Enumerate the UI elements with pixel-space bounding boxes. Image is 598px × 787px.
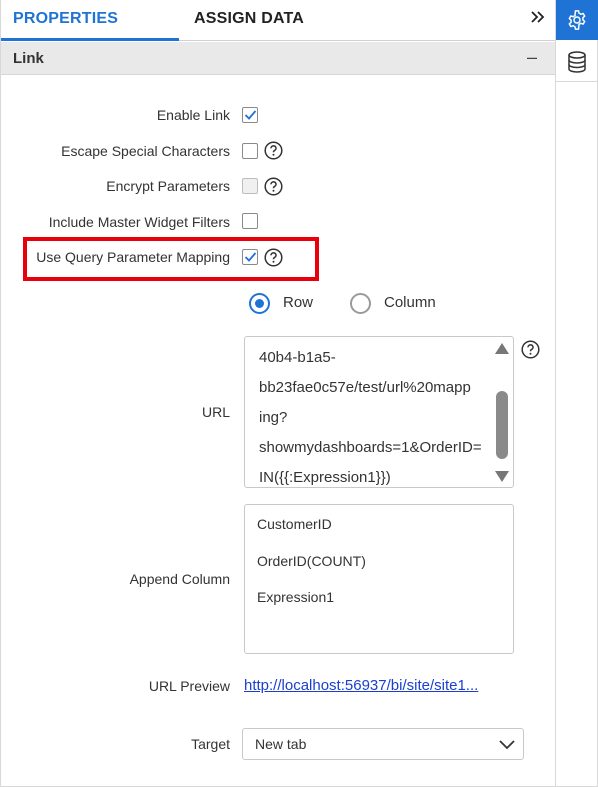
tab-properties[interactable]: PROPERTIES — [13, 0, 118, 41]
escape-special-checkbox[interactable] — [242, 143, 258, 159]
collapse-section-icon[interactable]: – — [527, 42, 537, 73]
target-dropdown[interactable]: New tab — [242, 728, 524, 760]
properties-panel: PROPERTIES ASSIGN DATA Link – Enable Lin… — [0, 0, 556, 787]
section-title: Link — [13, 50, 44, 67]
append-column-label: Append Column — [129, 571, 230, 587]
database-icon — [568, 50, 586, 73]
escape-special-label: Escape Special Characters — [61, 143, 230, 159]
row-radio-label[interactable]: Row — [283, 294, 313, 311]
append-column-list[interactable]: CustomerID OrderID(COUNT) Expression1 — [244, 504, 514, 654]
active-tab-indicator — [1, 38, 179, 41]
url-preview-link[interactable]: http://localhost:56937/bi/site/site1... — [244, 677, 502, 694]
question-circle-icon[interactable] — [264, 177, 283, 196]
list-item[interactable]: OrderID(COUNT) — [257, 553, 366, 569]
panel-tabs: PROPERTIES ASSIGN DATA — [1, 0, 556, 41]
enable-link-checkbox[interactable] — [242, 107, 258, 123]
chevron-down-icon — [499, 740, 515, 750]
column-radio-label[interactable]: Column — [384, 294, 436, 311]
list-item[interactable]: CustomerID — [257, 516, 332, 532]
use-query-mapping-label: Use Query Parameter Mapping — [36, 249, 230, 265]
scroll-down-arrow-icon[interactable] — [495, 471, 509, 482]
row-radio[interactable] — [249, 293, 270, 314]
link-section-header[interactable]: Link – — [1, 42, 556, 75]
target-label: Target — [191, 736, 230, 752]
url-value: 40b4-b1a5- bb23fae0c57e/test/url%20mapp … — [259, 349, 482, 486]
enable-link-label: Enable Link — [156, 107, 230, 123]
target-selected-value: New tab — [255, 736, 307, 752]
column-radio[interactable] — [350, 293, 371, 314]
gear-icon — [568, 10, 586, 30]
scrollbar-thumb[interactable] — [496, 391, 508, 459]
include-master-label: Include Master Widget Filters — [48, 214, 230, 230]
right-toolbar — [555, 0, 598, 787]
question-circle-icon[interactable] — [264, 248, 283, 267]
double-chevron-right-icon[interactable] — [529, 8, 549, 30]
encrypt-params-label: Encrypt Parameters — [106, 178, 230, 194]
question-circle-icon[interactable] — [521, 340, 540, 359]
url-textarea[interactable]: 40b4-b1a5- bb23fae0c57e/test/url%20mapp … — [244, 336, 514, 488]
scroll-up-arrow-icon[interactable] — [495, 343, 509, 354]
list-item[interactable]: Expression1 — [257, 589, 334, 605]
encrypt-params-checkbox[interactable] — [242, 178, 258, 194]
use-query-mapping-checkbox[interactable] — [242, 249, 258, 265]
url-label: URL — [201, 404, 230, 420]
include-master-checkbox[interactable] — [242, 213, 258, 229]
settings-button[interactable] — [556, 0, 598, 40]
data-source-button[interactable] — [556, 42, 598, 82]
question-circle-icon[interactable] — [264, 141, 283, 160]
tab-assign-data[interactable]: ASSIGN DATA — [194, 0, 304, 41]
url-preview-label: URL Preview — [148, 678, 230, 694]
